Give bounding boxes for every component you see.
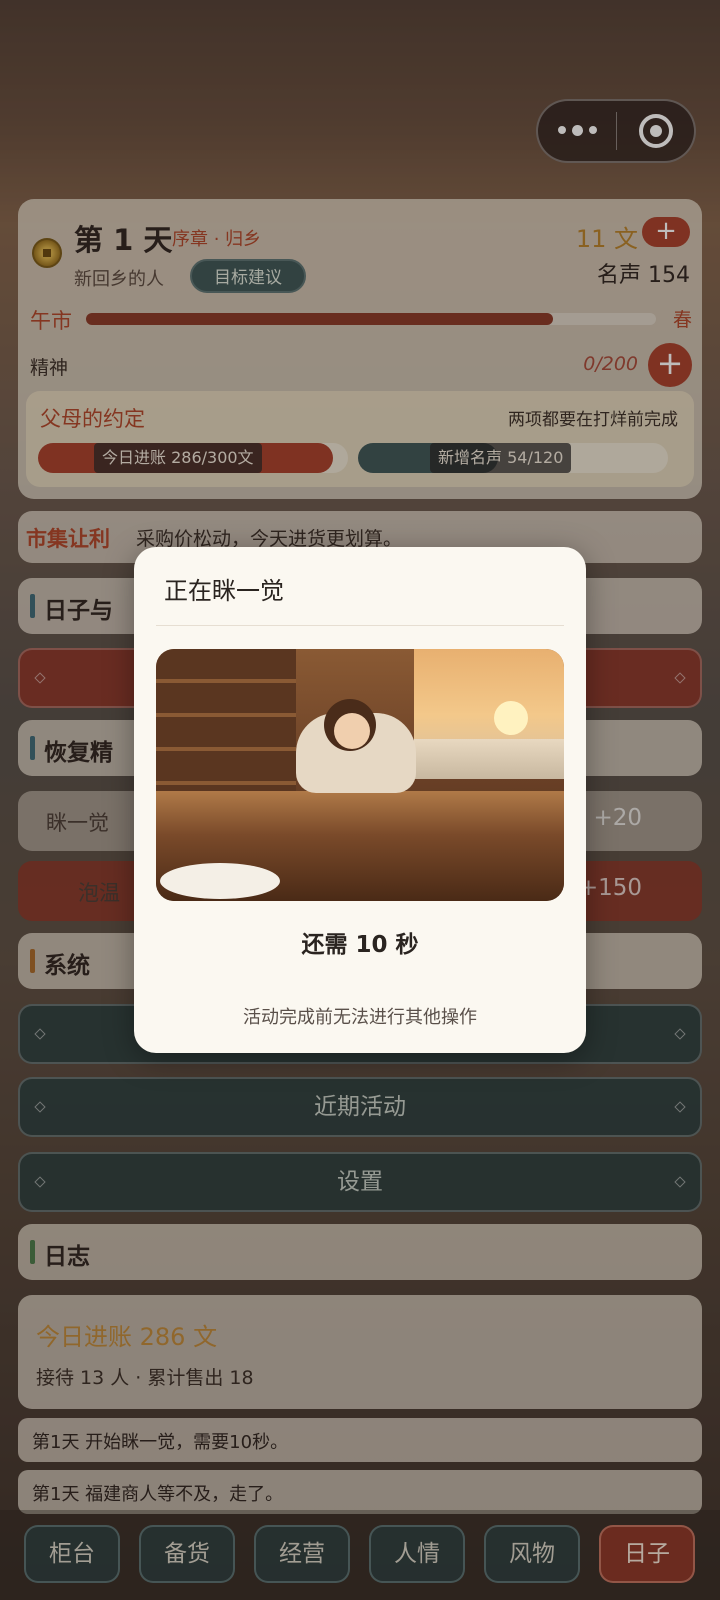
countdown-text: 还需 10 秒 [301,932,419,958]
modal-title: 正在眯一觉 [164,577,284,605]
napping-illustration [156,649,564,901]
modal-note: 活动完成前无法进行其他操作 [243,1007,477,1028]
modal-divider [156,625,564,626]
activity-modal: 正在眯一觉 还需 10 秒 活动完成前无法进行其他操作 [134,547,586,1053]
